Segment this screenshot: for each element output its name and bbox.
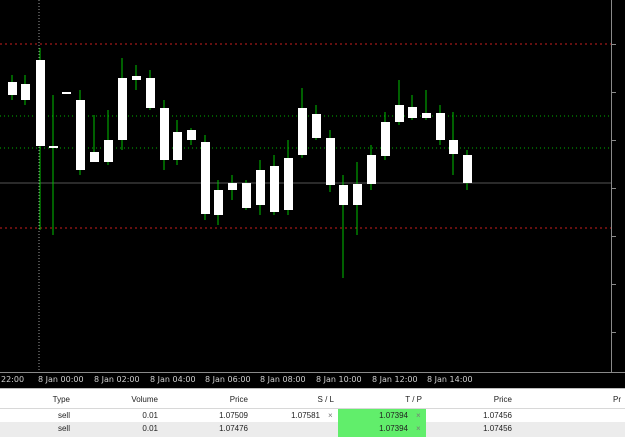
time-label: 8 Jan 14:00 bbox=[427, 375, 473, 384]
column-header-tp[interactable]: T / P bbox=[338, 393, 426, 408]
candle-body bbox=[284, 158, 293, 210]
price-tick bbox=[612, 44, 616, 45]
candle-body bbox=[62, 92, 71, 94]
column-header-current-price[interactable]: Price bbox=[426, 393, 516, 408]
time-axis: 22:00 8 Jan 00:00 8 Jan 02:00 8 Jan 04:0… bbox=[0, 372, 625, 389]
candle-body bbox=[326, 138, 335, 185]
candle-body bbox=[270, 166, 279, 212]
price-tick bbox=[612, 140, 616, 141]
time-label: 8 Jan 06:00 bbox=[205, 375, 251, 384]
candle-body bbox=[256, 170, 265, 205]
column-header-price[interactable]: Price bbox=[162, 393, 252, 408]
candle-body bbox=[463, 155, 472, 183]
candle-body bbox=[90, 152, 99, 162]
candle-body bbox=[228, 183, 237, 190]
candle-body bbox=[201, 142, 210, 214]
candle-body bbox=[104, 140, 113, 162]
candle-body bbox=[146, 78, 155, 108]
candle-body bbox=[353, 184, 362, 205]
x-icon[interactable]: × bbox=[416, 409, 421, 423]
candle-body bbox=[132, 76, 141, 80]
candle-body bbox=[381, 122, 390, 156]
candle-body bbox=[49, 146, 58, 148]
column-header-sl[interactable]: S / L bbox=[252, 393, 338, 408]
candle-body bbox=[312, 114, 321, 138]
candle-body bbox=[367, 155, 376, 184]
x-icon[interactable]: × bbox=[416, 422, 421, 436]
price-tick bbox=[612, 92, 616, 93]
candle-body bbox=[187, 130, 196, 140]
candle-body bbox=[21, 84, 30, 100]
candle-body bbox=[36, 60, 45, 146]
time-label: 8 Jan 04:00 bbox=[150, 375, 196, 384]
candlestick-chart-canvas[interactable] bbox=[0, 0, 625, 388]
column-header-volume[interactable]: Volume bbox=[74, 393, 162, 408]
column-header-type[interactable]: Type bbox=[0, 393, 74, 408]
candle-body bbox=[395, 105, 404, 122]
candle-body bbox=[160, 108, 169, 160]
time-label: 22:00 bbox=[1, 375, 25, 384]
price-tick bbox=[612, 284, 616, 285]
candle-body bbox=[173, 132, 182, 160]
time-label: 8 Jan 10:00 bbox=[316, 375, 362, 384]
candle-body bbox=[242, 183, 251, 208]
candle-body bbox=[8, 82, 17, 95]
x-icon[interactable]: × bbox=[328, 409, 333, 423]
time-label: 8 Jan 02:00 bbox=[94, 375, 140, 384]
candle-body bbox=[118, 78, 127, 140]
time-label: 8 Jan 00:00 bbox=[38, 375, 84, 384]
candle-body bbox=[339, 185, 348, 205]
price-tick bbox=[612, 188, 616, 189]
candle-body bbox=[449, 140, 458, 154]
time-label: 8 Jan 08:00 bbox=[260, 375, 306, 384]
candle-body bbox=[436, 113, 445, 140]
trade-table-header: Type Volume Price S / L T / P Price Pr bbox=[0, 393, 625, 409]
time-label: 8 Jan 12:00 bbox=[372, 375, 418, 384]
candle-body bbox=[422, 113, 431, 118]
trade-panel: Type Volume Price S / L T / P Price Pr s… bbox=[0, 388, 625, 437]
candle-body bbox=[214, 190, 223, 215]
price-tick bbox=[612, 332, 616, 333]
price-chart[interactable]: 22:00 8 Jan 00:00 8 Jan 02:00 8 Jan 04:0… bbox=[0, 0, 625, 388]
column-header-profit[interactable]: Pr bbox=[516, 393, 625, 408]
price-scale[interactable] bbox=[611, 0, 625, 372]
price-tick bbox=[612, 236, 616, 237]
candle-body bbox=[76, 100, 85, 170]
candle-body bbox=[298, 108, 307, 155]
candle-body bbox=[408, 107, 417, 118]
